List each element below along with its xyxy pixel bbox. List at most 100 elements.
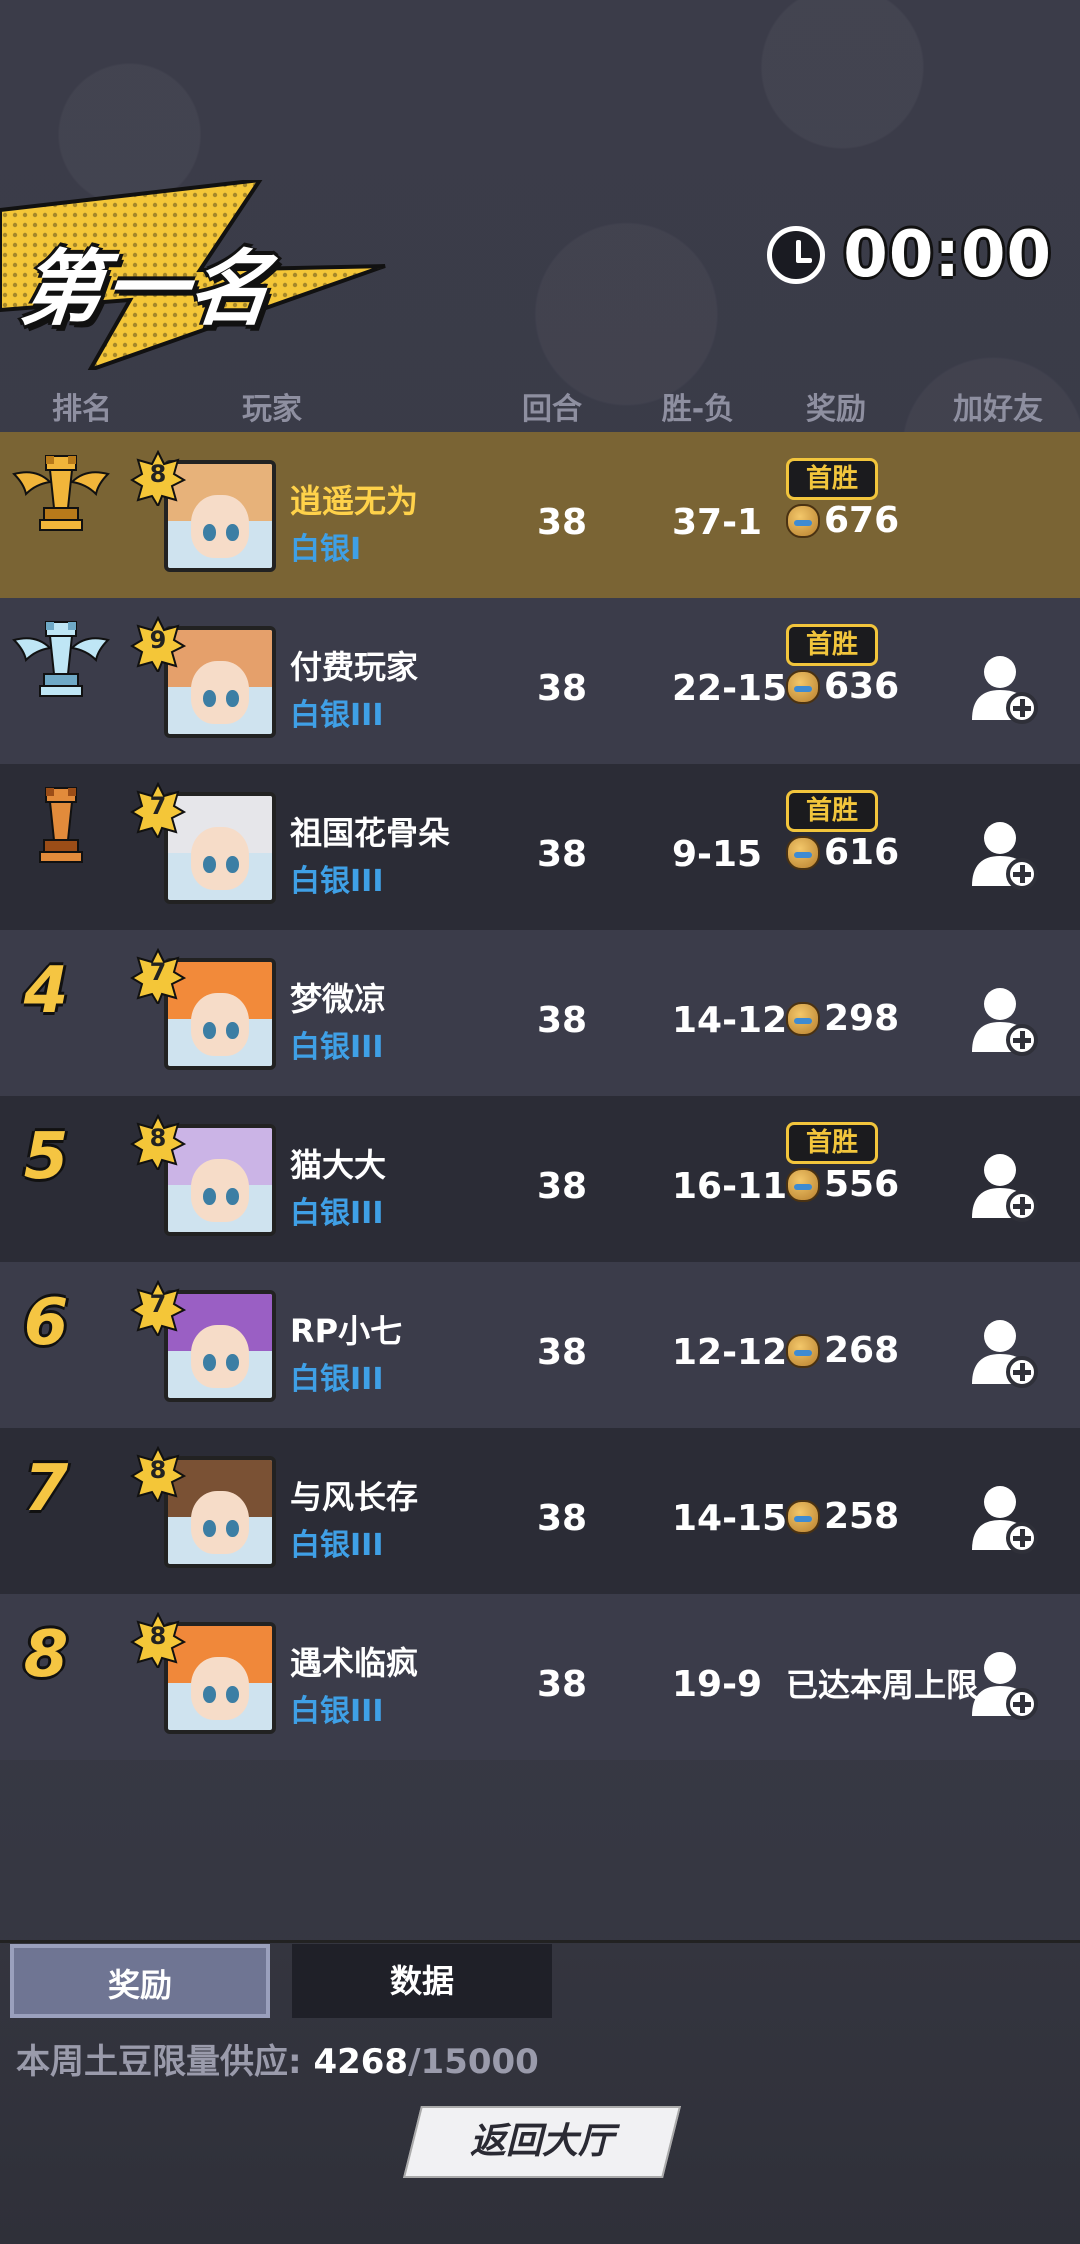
add-friend-icon[interactable] xyxy=(968,1318,1040,1388)
potato-icon xyxy=(786,503,820,538)
rounds-value: 38 xyxy=(536,1664,588,1705)
table-row: 4 7 梦微凉 白银III 38 14-12 298 xyxy=(0,930,1080,1096)
avatar-eye xyxy=(226,1022,239,1039)
reward-value: 616 xyxy=(824,832,900,873)
player-tier: 白银III xyxy=(290,1362,384,1397)
rank-number: 8 xyxy=(23,1618,69,1692)
avatar-eye xyxy=(203,1022,216,1039)
avatar-eye xyxy=(203,1520,216,1537)
potato-icon xyxy=(786,669,820,704)
table-row: 8 8 遇术临疯 白银III 38 19-9 已达本周上限 xyxy=(0,1594,1080,1760)
avatar-eye xyxy=(203,856,216,873)
supply-max: /15000 xyxy=(408,2042,539,2082)
timer-value: 00:00 xyxy=(843,218,1052,292)
player-level: 7 xyxy=(149,958,167,986)
player-name: 猫大大 xyxy=(290,1146,387,1184)
avatar-face xyxy=(190,993,250,1056)
potato-icon xyxy=(786,835,820,870)
reward-value: 268 xyxy=(824,1330,900,1371)
player-level: 8 xyxy=(149,1622,167,1650)
player-name: 祖国花骨朵 xyxy=(290,814,451,852)
table-row: 7 8 与风长存 白银III 38 14-15 258 xyxy=(0,1428,1080,1594)
avatar-face xyxy=(190,661,250,724)
player-level: 7 xyxy=(149,1290,167,1318)
player-level: 7 xyxy=(149,792,167,820)
reward-amount: 636 xyxy=(786,666,899,707)
avatar-face xyxy=(190,495,250,558)
first-win-badge: 首胜 xyxy=(786,1122,878,1164)
win-loss-value: 37-1 xyxy=(672,502,763,543)
rank-number: 4 xyxy=(23,954,69,1028)
timer: 00:00 xyxy=(767,218,1052,292)
rounds-value: 38 xyxy=(536,1332,588,1373)
reward-amount: 676 xyxy=(786,500,899,541)
rounds-value: 38 xyxy=(536,1000,588,1041)
avatar-eye xyxy=(226,1354,239,1371)
reward-amount: 298 xyxy=(786,998,899,1039)
back-button-label: 返回大厅 xyxy=(469,2121,614,2162)
avatar-face xyxy=(190,1325,250,1388)
header-player: 玩家 xyxy=(242,392,302,427)
avatar-face xyxy=(190,1491,250,1554)
reward-amount: 556 xyxy=(786,1164,899,1205)
avatar-eye xyxy=(226,1520,239,1537)
player-name: 逍遥无为 xyxy=(290,482,419,520)
win-loss-value: 14-12 xyxy=(672,1000,788,1041)
player-tier: 白银III xyxy=(290,1196,384,1231)
add-friend-icon[interactable] xyxy=(968,1650,1040,1720)
avatar-eye xyxy=(226,1686,239,1703)
table-row: 5 8 猫大大 白银III 38 16-11 首胜 556 xyxy=(0,1096,1080,1262)
add-friend-icon[interactable] xyxy=(968,1152,1040,1222)
rounds-value: 38 xyxy=(536,1166,588,1207)
weekly-supply: 本周土豆限量供应: 4268/15000 xyxy=(16,2034,539,2083)
win-loss-value: 9-15 xyxy=(672,834,763,875)
clock-icon xyxy=(767,226,826,284)
rounds-value: 38 xyxy=(536,502,588,543)
player-level: 8 xyxy=(149,460,167,488)
reward-value: 676 xyxy=(824,500,900,541)
avatar-eye xyxy=(203,1354,216,1371)
add-friend-icon[interactable] xyxy=(968,820,1040,890)
potato-icon xyxy=(786,1333,820,1368)
player-name: 付费玩家 xyxy=(290,648,419,686)
header-add-friend: 加好友 xyxy=(953,392,1043,427)
avatar-face xyxy=(190,1657,250,1720)
banner-title: 第一名 xyxy=(16,242,279,337)
ranking-list: 8 逍遥无为 白银I 38 37-1 首胜 676 9 付费玩家 白银III 3… xyxy=(0,432,1080,1760)
player-tier: 白银I xyxy=(290,532,362,567)
player-name: 梦微凉 xyxy=(290,980,387,1018)
win-loss-value: 19-9 xyxy=(672,1664,763,1705)
avatar-eye xyxy=(203,1686,216,1703)
back-to-lobby-button[interactable]: 返回大厅 xyxy=(403,2106,681,2178)
potato-icon xyxy=(786,1167,820,1202)
rank-number: 7 xyxy=(23,1452,69,1526)
reward-limit-text: 已达本周上限 xyxy=(786,1666,979,1704)
table-row: 7 祖国花骨朵 白银III 38 9-15 首胜 616 xyxy=(0,764,1080,930)
player-level: 9 xyxy=(149,626,167,654)
rounds-value: 38 xyxy=(536,668,588,709)
first-win-badge: 首胜 xyxy=(786,458,878,500)
add-friend-icon[interactable] xyxy=(968,986,1040,1056)
potato-icon xyxy=(786,1499,820,1534)
reward-amount: 258 xyxy=(786,1496,899,1537)
potato-icon xyxy=(786,1001,820,1036)
reward-amount: 268 xyxy=(786,1330,899,1371)
add-friend-icon[interactable] xyxy=(968,1484,1040,1554)
player-name: 遇术临疯 xyxy=(290,1644,419,1682)
table-row: 6 7 RP小七 白银III 38 12-12 268 xyxy=(0,1262,1080,1428)
add-friend-icon[interactable] xyxy=(968,654,1040,724)
header-rounds: 回合 xyxy=(522,392,582,427)
reward-value: 636 xyxy=(824,666,900,707)
reward-value: 258 xyxy=(824,1496,900,1537)
win-loss-value: 22-15 xyxy=(672,668,788,709)
win-loss-value: 16-11 xyxy=(672,1166,788,1207)
avatar-eye xyxy=(203,1188,216,1205)
avatar-eye xyxy=(226,524,239,541)
avatar-face xyxy=(190,1159,250,1222)
tab-data[interactable]: 数据 xyxy=(292,1944,552,2018)
rank-number: 5 xyxy=(23,1120,69,1194)
avatar-face xyxy=(190,827,250,890)
player-name: 与风长存 xyxy=(290,1478,419,1516)
table-row: 9 付费玩家 白银III 38 22-15 首胜 636 xyxy=(0,598,1080,764)
tab-reward[interactable]: 奖励 xyxy=(10,1944,270,2018)
